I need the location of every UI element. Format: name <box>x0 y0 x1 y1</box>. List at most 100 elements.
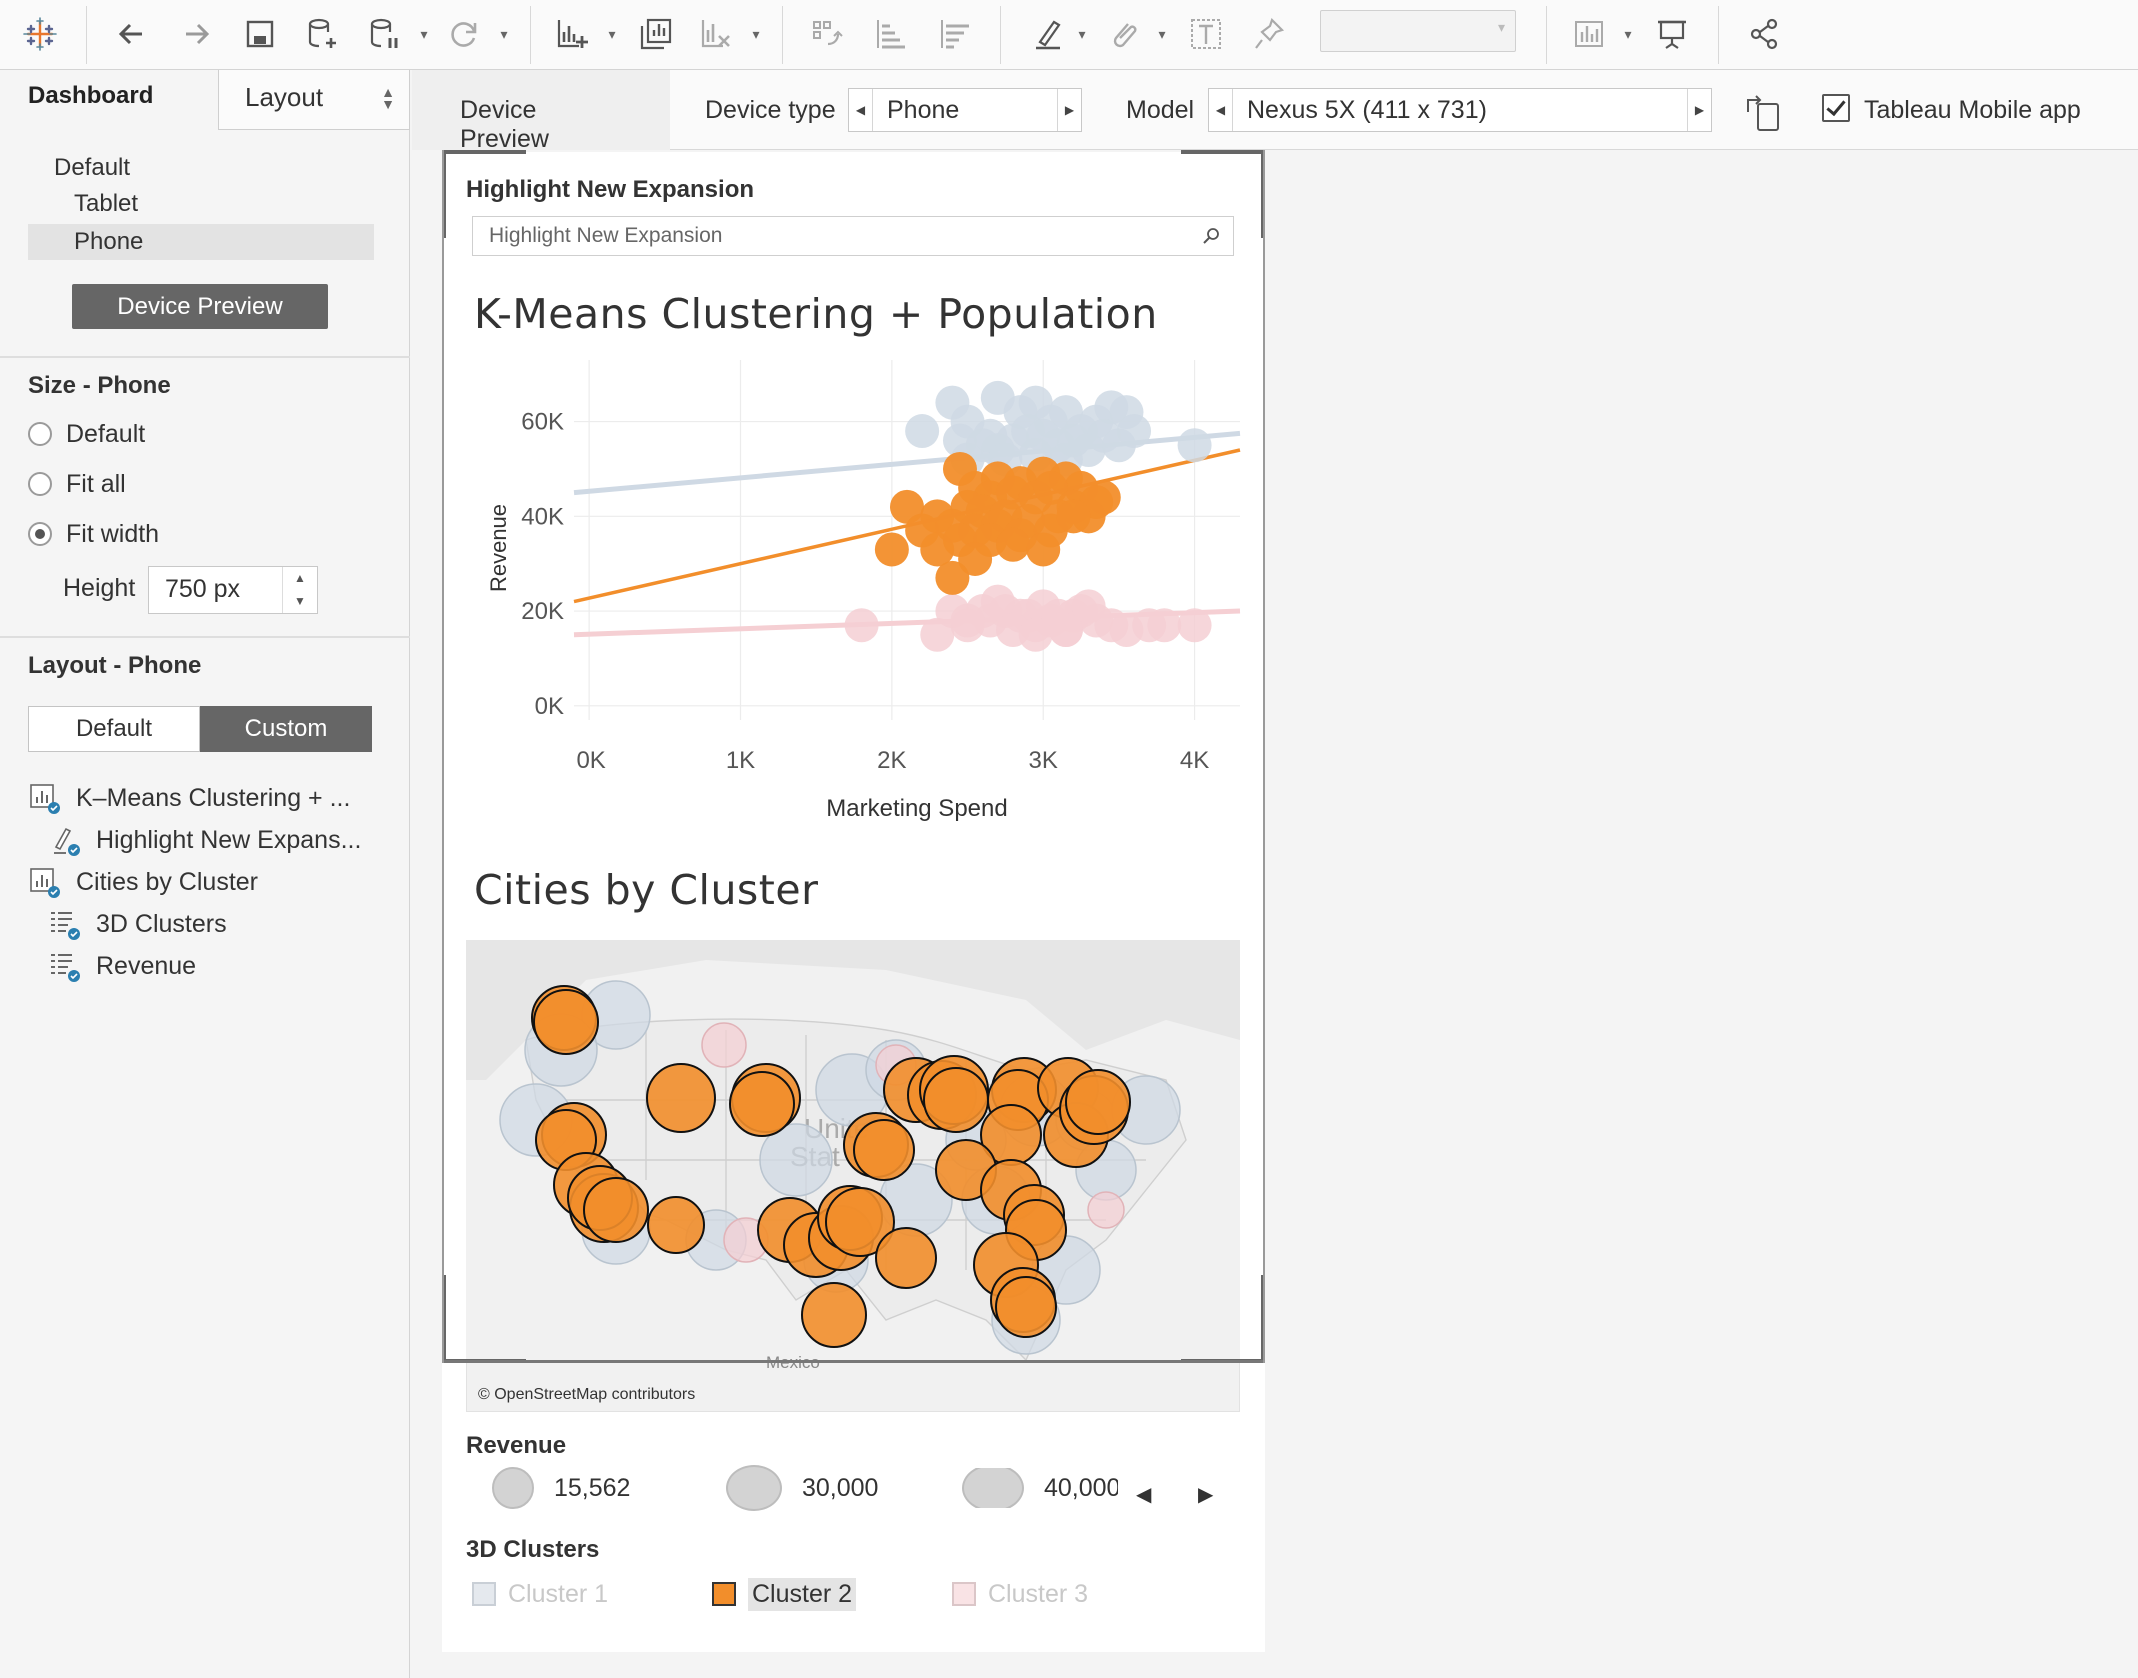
layout-default-button[interactable]: Default <box>28 706 200 752</box>
mobile-app-label: Tableau Mobile app <box>1864 96 2081 124</box>
sort-descending-icon[interactable] <box>932 10 980 58</box>
legend-icon <box>48 907 82 941</box>
tab-layout-label: Layout <box>245 82 324 112</box>
highlighter-icon <box>48 823 82 857</box>
main-toolbar: ▾ ▾ ▾ ▾ ▾ ▾ ▾ ▾ <box>0 0 2138 70</box>
stepper-up-icon[interactable]: ▲ <box>283 567 317 590</box>
new-worksheet-icon[interactable] <box>548 10 596 58</box>
swatch-icon <box>712 1582 736 1606</box>
device-default[interactable]: Default <box>54 154 130 182</box>
next-arrow-icon[interactable]: ▶ <box>1687 89 1711 131</box>
updown-icon: ▲ ▼ <box>381 84 395 112</box>
refresh-icon[interactable] <box>440 10 488 58</box>
duplicate-icon[interactable] <box>632 10 680 58</box>
device-preview-tab[interactable]: Device Preview <box>412 70 670 153</box>
layout-section-title: Layout - Phone <box>28 652 202 679</box>
size-fit-width-label: Fit width <box>66 519 160 548</box>
fix-axes-icon[interactable] <box>1246 10 1294 58</box>
device-type-label: Device type <box>705 96 836 124</box>
swatch-icon <box>952 1582 976 1606</box>
group-icon[interactable] <box>1100 10 1148 58</box>
pause-dropdown-caret[interactable]: ▾ <box>416 22 432 46</box>
refresh-dropdown-caret[interactable]: ▾ <box>496 22 512 46</box>
legend-cluster-3[interactable]: Cluster 3 <box>952 1576 1088 1612</box>
worksheet-icon <box>28 781 62 815</box>
tree-item-cities[interactable]: Cities by Cluster <box>28 864 258 900</box>
legend-prev-icon[interactable]: ◀ <box>1136 1482 1151 1507</box>
rotate-device-icon[interactable] <box>1742 90 1786 134</box>
cluster-1-label: Cluster 1 <box>508 1579 609 1608</box>
tree-item-revenue[interactable]: Revenue <box>48 948 196 984</box>
size-section-title: Size - Phone <box>28 372 171 399</box>
radio-selected-icon <box>28 522 52 546</box>
share-icon[interactable] <box>1740 10 1788 58</box>
group-dropdown-caret[interactable]: ▾ <box>1154 22 1170 46</box>
device-type-value: Phone <box>887 96 960 124</box>
size-fit-all-label: Fit all <box>66 469 126 498</box>
device-phone-row[interactable]: Phone <box>28 224 374 260</box>
toolbar-fit-combo[interactable]: ▾ <box>1320 10 1516 52</box>
new-sheet-dropdown-caret[interactable]: ▾ <box>604 22 620 46</box>
presentation-icon[interactable] <box>1648 10 1696 58</box>
clear-icon[interactable] <box>692 10 740 58</box>
clear-dropdown-caret[interactable]: ▾ <box>748 22 764 46</box>
radio-icon <box>28 422 52 446</box>
revenue-legend-item[interactable]: 40,000 <box>962 1468 1118 1508</box>
legend-cluster-2[interactable]: Cluster 2 <box>712 1576 857 1612</box>
new-datasource-icon[interactable] <box>298 10 346 58</box>
revenue-legend-title: Revenue <box>466 1432 567 1459</box>
size-circle-icon <box>492 1467 534 1509</box>
clusters-legend-title: 3D Clusters <box>466 1536 600 1563</box>
legend-next-icon[interactable]: ▶ <box>1198 1482 1213 1507</box>
swap-icon[interactable] <box>802 10 850 58</box>
model-select[interactable]: ◀ Nexus 5X (411 x 731) ▶ <box>1208 88 1712 132</box>
cluster-3-label: Cluster 3 <box>988 1579 1089 1608</box>
prev-arrow-icon[interactable]: ◀ <box>1209 89 1233 131</box>
size-default-label: Default <box>66 419 146 448</box>
stepper-down-icon[interactable]: ▼ <box>283 590 317 613</box>
size-circle-icon <box>962 1468 1024 1508</box>
sort-ascending-icon[interactable] <box>868 10 916 58</box>
swatch-icon <box>472 1582 496 1606</box>
legend-icon <box>48 949 82 983</box>
device-tablet[interactable]: Tablet <box>74 190 138 218</box>
tree-item-label: K–Means Clustering + ... <box>76 783 351 812</box>
device-preview-bar: Device Preview Device type ◀ Phone ▶ Mod… <box>412 70 2138 153</box>
tree-item-label: Cities by Cluster <box>76 867 258 896</box>
legend-cluster-1[interactable]: Cluster 1 <box>472 1576 608 1612</box>
save-icon[interactable] <box>236 10 284 58</box>
tree-item-label: Revenue <box>96 951 197 980</box>
model-label: Model <box>1126 96 1195 124</box>
revenue-legend-item[interactable]: 15,562 <box>492 1467 630 1509</box>
show-me-dropdown-caret[interactable]: ▾ <box>1620 22 1636 46</box>
layout-custom-button[interactable]: Custom <box>200 706 372 752</box>
prev-arrow-icon[interactable]: ◀ <box>849 89 873 131</box>
highlight-icon[interactable] <box>1024 10 1072 58</box>
tree-item-3d-clusters[interactable]: 3D Clusters <box>48 906 227 942</box>
size-fit-all-option[interactable]: Fit all <box>28 466 126 502</box>
highlight-dropdown-caret[interactable]: ▾ <box>1074 22 1090 46</box>
tree-item-kmeans[interactable]: K–Means Clustering + ... <box>28 780 350 816</box>
back-icon[interactable] <box>108 10 156 58</box>
device-preview-button[interactable]: Device Preview <box>72 284 328 329</box>
next-arrow-icon[interactable]: ▶ <box>1057 89 1081 131</box>
dashboard-side-panel: Dashboard Layout ▲ ▼ Default Tablet Phone… <box>0 70 410 1678</box>
mobile-app-checkbox[interactable] <box>1822 94 1850 122</box>
tree-item-highlighter[interactable]: Highlight New Expans... <box>48 822 361 858</box>
size-fit-width-option[interactable]: Fit width <box>28 516 159 552</box>
revenue-legend-item[interactable]: 30,000 <box>726 1465 878 1511</box>
show-labels-icon[interactable] <box>1182 10 1230 58</box>
pause-updates-icon[interactable] <box>360 10 408 58</box>
revenue-legend-value: 40,000 <box>1044 1473 1118 1502</box>
tab-layout[interactable]: Layout ▲ ▼ <box>218 70 410 130</box>
height-stepper[interactable]: ▲ ▼ <box>282 567 317 613</box>
size-default-option[interactable]: Default <box>28 416 145 452</box>
tab-dashboard[interactable]: Dashboard <box>0 70 218 130</box>
radio-icon <box>28 472 52 496</box>
forward-icon[interactable] <box>172 10 220 58</box>
tree-item-label: Highlight New Expans... <box>96 825 362 854</box>
tableau-logo-icon <box>16 10 64 58</box>
show-me-icon[interactable] <box>1566 10 1614 58</box>
device-type-select[interactable]: ◀ Phone ▶ <box>848 88 1082 132</box>
device-frame <box>442 150 1265 1363</box>
